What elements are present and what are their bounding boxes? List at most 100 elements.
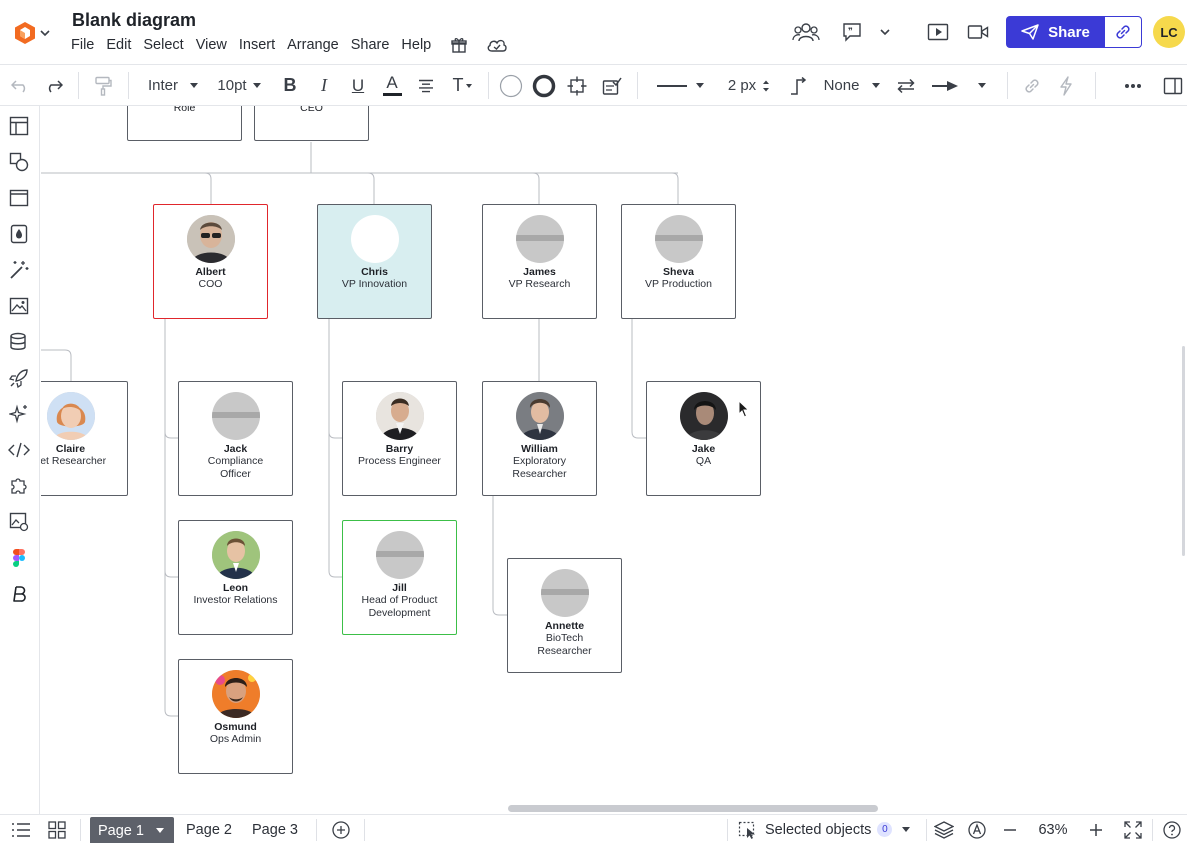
fit-to-screen-icon[interactable]: [1120, 815, 1146, 843]
menu-select[interactable]: Select: [142, 37, 190, 53]
vertical-scrollbar[interactable]: [1182, 346, 1185, 556]
page-tab-2[interactable]: Page 2: [180, 815, 238, 843]
org-card-jack[interactable]: Jack Compliance Officer: [178, 381, 293, 496]
org-card-osmund[interactable]: Osmund Ops Admin: [178, 659, 293, 774]
add-page-icon[interactable]: [330, 815, 352, 843]
redo-icon[interactable]: [42, 65, 66, 106]
font-color-button[interactable]: A: [380, 65, 404, 106]
menu-help[interactable]: Help: [400, 37, 438, 53]
arrow-start-select[interactable]: None: [820, 65, 884, 106]
collaborators-icon[interactable]: [790, 16, 822, 48]
help-icon[interactable]: [1160, 815, 1184, 843]
present-icon[interactable]: [924, 16, 952, 48]
outline-list-icon[interactable]: [8, 815, 34, 843]
comments-chevron-down-icon[interactable]: [876, 16, 894, 48]
line-color-icon[interactable]: [531, 65, 557, 106]
profile-photo-jake: [680, 392, 728, 440]
org-card-sheva[interactable]: Sheva VP Production: [621, 204, 736, 319]
align-center-icon[interactable]: [414, 65, 438, 106]
menu-view[interactable]: View: [195, 37, 234, 53]
diagram-canvas[interactable]: Role CEO Albert COO Chris VP Innovation …: [41, 106, 1187, 814]
code-icon[interactable]: [8, 439, 30, 461]
menu-edit[interactable]: Edit: [105, 37, 138, 53]
line-width-stepper[interactable]: 2 px: [722, 65, 776, 106]
page-grid-icon[interactable]: [44, 815, 70, 843]
org-card-role: VP Innovation: [341, 278, 408, 290]
fill-color-icon[interactable]: [498, 65, 524, 106]
menu-insert[interactable]: Insert: [238, 37, 282, 53]
line-style-select[interactable]: [652, 65, 708, 106]
profile-photo-william: [516, 392, 564, 440]
document-title[interactable]: Blank diagram: [72, 10, 196, 31]
figma-icon[interactable]: [8, 547, 30, 569]
org-card-leon[interactable]: Leon Investor Relations: [178, 520, 293, 635]
org-card-chris[interactable]: Chris VP Innovation: [317, 204, 432, 319]
zoom-level[interactable]: 63%: [1028, 815, 1078, 843]
org-card-william[interactable]: William Exploratory Researcher: [482, 381, 597, 496]
selected-objects-panel[interactable]: Selected objects 0: [738, 815, 918, 843]
shapes-icon[interactable]: [8, 151, 30, 173]
line-shape-elbow-icon[interactable]: [786, 65, 810, 106]
profile-photo-osmund: [212, 670, 260, 718]
shape-options-icon[interactable]: [565, 65, 589, 106]
org-card-ceo[interactable]: CEO: [254, 106, 369, 141]
horizontal-scrollbar[interactable]: [508, 805, 878, 812]
org-card-annette[interactable]: Annette BioTech Researcher: [507, 558, 622, 673]
bold-button[interactable]: B: [278, 65, 302, 106]
gift-icon[interactable]: [450, 36, 468, 54]
arrow-end-select[interactable]: [930, 65, 986, 106]
page-tab-chevron-icon[interactable]: [155, 828, 164, 833]
font-color-label: A: [386, 73, 398, 92]
comments-icon[interactable]: ❞: [838, 16, 866, 48]
actions-lightning-icon[interactable]: [1054, 65, 1078, 106]
page-tab-3[interactable]: Page 3: [246, 815, 304, 843]
share-button[interactable]: Share: [1006, 16, 1105, 48]
magic-wand-icon[interactable]: [8, 259, 30, 281]
font-family-select[interactable]: Inter: [140, 65, 202, 106]
right-panel-toggle-icon[interactable]: [1160, 65, 1186, 106]
more-options-icon[interactable]: [1120, 65, 1146, 106]
menu-file[interactable]: File: [70, 37, 101, 53]
org-card-barry[interactable]: Barry Process Engineer: [342, 381, 457, 496]
layers-icon[interactable]: [932, 815, 956, 843]
menu-arrange[interactable]: Arrange: [286, 37, 346, 53]
org-card-jake[interactable]: Jake QA: [646, 381, 761, 496]
frames-icon[interactable]: [8, 187, 30, 209]
copy-link-button[interactable]: [1105, 17, 1141, 47]
underline-button[interactable]: U: [346, 65, 370, 106]
undo-icon[interactable]: [8, 65, 32, 106]
org-card-james[interactable]: James VP Research: [482, 204, 597, 319]
user-avatar[interactable]: LC: [1153, 16, 1185, 48]
format-painter-icon[interactable]: [90, 65, 116, 106]
selection-cursor-icon: [738, 821, 755, 839]
page-tab-1[interactable]: Page 1: [90, 817, 174, 843]
video-call-icon[interactable]: [964, 16, 992, 48]
conditional-formatting-icon[interactable]: [600, 65, 624, 106]
org-card-role: Investor Relations: [193, 594, 278, 606]
org-card-name: Sheva: [663, 266, 694, 278]
app-logo-menu[interactable]: [14, 20, 54, 46]
screenshot-import-icon[interactable]: [8, 511, 30, 533]
data-database-icon[interactable]: [8, 331, 30, 353]
templates-icon[interactable]: [8, 115, 30, 137]
swap-arrows-icon[interactable]: [894, 65, 918, 106]
rocket-icon[interactable]: [8, 367, 30, 389]
menu-share[interactable]: Share: [350, 37, 397, 53]
text-options-button[interactable]: T: [448, 65, 476, 106]
zoom-in-button[interactable]: [1084, 815, 1108, 843]
org-card-albert[interactable]: Albert COO: [153, 204, 268, 319]
font-size-select[interactable]: 10pt: [212, 65, 266, 106]
org-card-jill[interactable]: Jill Head of Product Development: [342, 520, 457, 635]
italic-button[interactable]: I: [312, 65, 336, 106]
image-icon[interactable]: [8, 295, 30, 317]
navigate-compass-icon[interactable]: [966, 815, 988, 843]
org-card-role[interactable]: Role: [127, 106, 242, 141]
fill-drop-icon[interactable]: [8, 223, 30, 245]
org-card-claire[interactable]: Claire Market Researcher: [41, 381, 128, 496]
brand-b-icon[interactable]: [8, 583, 30, 605]
zoom-out-button[interactable]: [998, 815, 1022, 843]
insert-link-icon[interactable]: [1020, 65, 1044, 106]
cloud-saved-icon[interactable]: [486, 37, 508, 53]
integrations-puzzle-icon[interactable]: [8, 475, 30, 497]
ai-sparkle-icon[interactable]: [8, 403, 30, 425]
